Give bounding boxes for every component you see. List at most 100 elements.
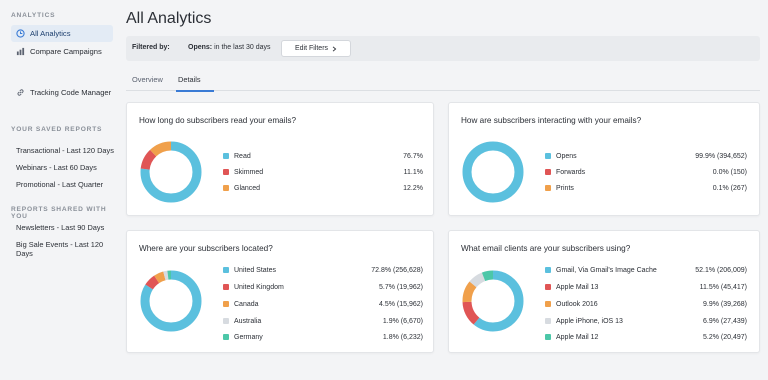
filter-label: Filtered by: — [132, 44, 170, 51]
legend-swatch — [545, 284, 551, 290]
legend-label: Opens — [556, 152, 577, 160]
legend-row: Glanced 12.2% — [223, 183, 423, 193]
sidebar-item-label: Tracking Code Manager — [30, 88, 112, 97]
card-title: Where are your subscribers located? — [139, 244, 273, 253]
legend-value: 5.7% (19,962) — [379, 283, 423, 291]
legend-value: 99.9% (394,652) — [695, 152, 747, 160]
legend-value: 9.9% (39,268) — [703, 300, 747, 308]
filter-value: Opens: in the last 30 days — [188, 44, 271, 51]
legend-label: Skimmed — [234, 168, 264, 176]
legend-label: Germany — [234, 333, 263, 341]
legend-row: Australia 1.9% (6,670) — [223, 316, 423, 326]
legend-label: United Kingdom — [234, 283, 284, 291]
shared-report-link[interactable]: Newsletters - Last 90 Days — [16, 223, 104, 232]
legend-value: 4.5% (15,962) — [379, 300, 423, 308]
sidebar-item-all-analytics[interactable]: All Analytics — [11, 25, 113, 42]
legend-label: Apple Mail 13 — [556, 283, 599, 291]
legend-value: 11.1% — [403, 168, 423, 176]
tab-details[interactable]: Details — [178, 75, 201, 84]
legend-row: Prints 0.1% (267) — [545, 183, 747, 193]
analytics-section-title: ANALYTICS — [11, 12, 56, 19]
legend-row: Apple Mail 12 5.2% (20,497) — [545, 332, 747, 342]
legend-label: Forwards — [556, 168, 586, 176]
legend-swatch — [223, 267, 229, 273]
filter-range: in the last 30 days — [214, 44, 271, 51]
legend-value: 11.5% (45,417) — [699, 283, 747, 291]
legend-value: 72.8% (256,628) — [371, 266, 423, 274]
legend-swatch — [545, 318, 551, 324]
legend-row: Germany 1.8% (6,232) — [223, 332, 423, 342]
legend-value: 0.1% (267) — [712, 184, 747, 192]
edit-filters-label: Edit Filters — [294, 45, 329, 52]
legend-swatch — [545, 185, 551, 191]
page-title: All Analytics — [126, 10, 212, 27]
legend-value: 12.2% — [403, 184, 423, 192]
legend-row: Apple iPhone, iOS 13 6.9% (27,439) — [545, 316, 747, 326]
legend-swatch — [545, 153, 551, 159]
filter-key: Opens: — [188, 44, 213, 51]
legend-swatch — [545, 334, 551, 340]
legend-label: Australia — [234, 317, 262, 325]
legend-label: Apple iPhone, iOS 13 — [556, 317, 623, 325]
saved-reports-title: YOUR SAVED REPORTS — [11, 126, 103, 133]
donut-chart — [462, 270, 524, 332]
card-interactions: How are subscribers interacting with you… — [448, 102, 760, 216]
saved-report-link[interactable]: Transactional - Last 120 Days — [16, 146, 114, 155]
card-title: What email clients are your subscribers … — [461, 244, 631, 253]
legend-value: 76.7% — [403, 152, 423, 160]
sidebar-item-tracking-code-manager[interactable]: Tracking Code Manager — [11, 84, 113, 101]
legend-row: Skimmed 11.1% — [223, 167, 423, 177]
card-title: How long do subscribers read your emails… — [139, 116, 297, 125]
card-locations: Where are your subscribers located? Unit… — [126, 230, 434, 353]
legend-row: Opens 99.9% (394,652) — [545, 151, 747, 161]
chevron-right-icon — [332, 45, 337, 52]
legend-label: Read — [234, 152, 251, 160]
card-email-clients: What email clients are your subscribers … — [448, 230, 760, 353]
card-title: How are subscribers interacting with you… — [461, 116, 642, 125]
legend-swatch — [545, 169, 551, 175]
card-read-time: How long do subscribers read your emails… — [126, 102, 434, 216]
legend-row: Forwards 0.0% (150) — [545, 167, 747, 177]
bar-chart-icon — [16, 47, 25, 56]
main-content: All Analytics Filtered by: Opens: in the… — [114, 0, 768, 380]
legend-swatch — [223, 185, 229, 191]
filter-bar: Filtered by: Opens: in the last 30 days … — [126, 36, 760, 61]
clock-icon — [16, 29, 25, 38]
legend-label: Apple Mail 12 — [556, 333, 599, 341]
tab-overview[interactable]: Overview — [132, 75, 163, 84]
legend-label: Canada — [234, 300, 259, 308]
legend-value: 5.2% (20,497) — [703, 333, 747, 341]
shared-reports-title: REPORTS SHARED WITH YOU — [11, 206, 107, 220]
legend-value: 1.8% (6,232) — [382, 333, 423, 341]
sidebar-item-label: Compare Campaigns — [30, 47, 102, 56]
saved-report-link[interactable]: Webinars - Last 60 Days — [16, 163, 97, 172]
legend-row: Apple Mail 13 11.5% (45,417) — [545, 282, 747, 292]
donut-chart — [140, 270, 202, 332]
legend-label: United States — [234, 266, 277, 274]
edit-filters-button[interactable]: Edit Filters — [281, 40, 351, 57]
active-tab-indicator — [176, 90, 214, 92]
donut-segment — [462, 141, 524, 203]
link-icon — [16, 88, 25, 97]
shared-report-link[interactable]: Big Sale Events - Last 120 Days — [16, 240, 114, 258]
sidebar: ANALYTICS All Analytics Compare Campaign… — [0, 0, 114, 380]
legend-row: Outlook 2016 9.9% (39,268) — [545, 299, 747, 309]
saved-report-link[interactable]: Promotional - Last Quarter — [16, 180, 103, 189]
donut-chart — [462, 141, 524, 203]
legend-label: Gmail, Via Gmail's Image Cache — [556, 266, 657, 274]
tabs: Overview Details — [126, 70, 760, 92]
legend-swatch — [545, 267, 551, 273]
donut-chart — [140, 141, 202, 203]
legend-swatch — [223, 301, 229, 307]
legend-swatch — [223, 334, 229, 340]
legend-swatch — [223, 153, 229, 159]
legend-swatch — [223, 169, 229, 175]
legend-label: Prints — [556, 184, 574, 192]
sidebar-item-compare-campaigns[interactable]: Compare Campaigns — [11, 43, 113, 60]
legend-swatch — [223, 318, 229, 324]
legend-value: 0.0% (150) — [712, 168, 747, 176]
legend-value: 1.9% (6,670) — [382, 317, 423, 325]
legend-value: 6.9% (27,439) — [703, 317, 747, 325]
legend-row: United States 72.8% (256,628) — [223, 265, 423, 275]
legend-row: Read 76.7% — [223, 151, 423, 161]
